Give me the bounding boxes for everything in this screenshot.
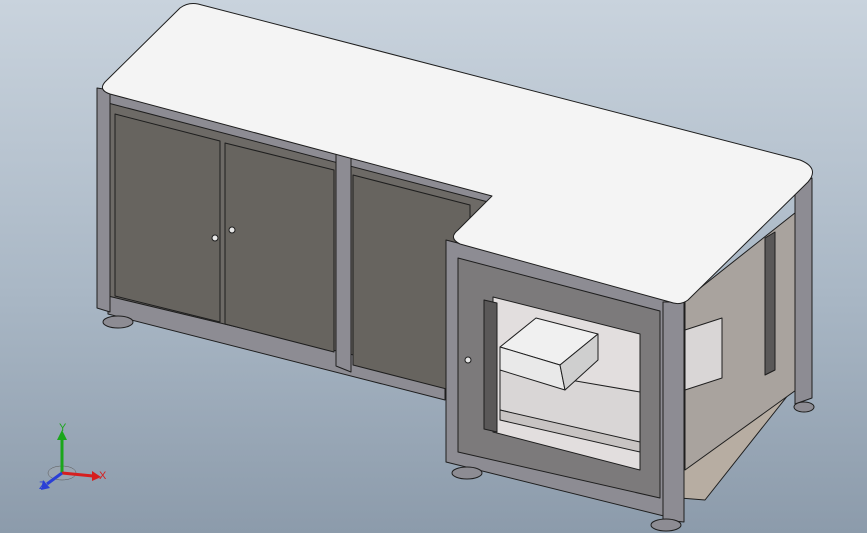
foot-right-front xyxy=(650,518,682,532)
rear-right-post xyxy=(794,177,813,405)
cad-viewport[interactable]: Y X Z xyxy=(0,0,867,533)
foot-right-rear xyxy=(793,401,815,413)
left-corner-post xyxy=(96,87,111,313)
foot-right-left xyxy=(451,466,483,480)
workbench-model[interactable] xyxy=(96,3,815,532)
rack-rail-left xyxy=(483,299,498,433)
door-2-handle[interactable] xyxy=(228,226,236,234)
triad-x-label: X xyxy=(99,470,107,482)
right-door-handle[interactable] xyxy=(464,356,472,364)
center-post xyxy=(335,149,352,373)
door-2[interactable] xyxy=(224,142,335,353)
door-1-handle[interactable] xyxy=(211,234,219,242)
triad-z-label: Z xyxy=(39,480,46,492)
front-right-post xyxy=(662,301,685,523)
side-shelf xyxy=(684,317,723,391)
rear-rack-post xyxy=(764,231,776,376)
door-1[interactable] xyxy=(114,113,221,323)
coordinate-triad: Y X Z xyxy=(39,422,107,492)
triad-y-label: Y xyxy=(59,422,67,434)
foot-left-front xyxy=(102,315,134,329)
